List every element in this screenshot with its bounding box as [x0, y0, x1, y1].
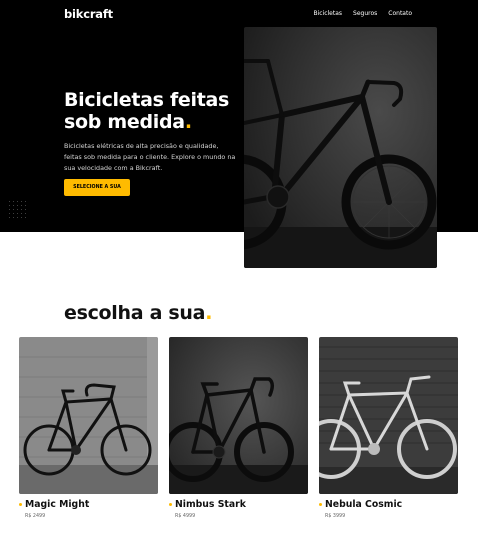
hero-title-line2: sob medida: [64, 111, 185, 133]
hero-title-line1: Bicicletas feitas: [64, 89, 230, 111]
product-name[interactable]: Nimbus Stark: [175, 499, 246, 510]
product-bullet: [19, 503, 22, 506]
product-price: R$ 4999: [175, 514, 196, 519]
hero-description: Bicicletas elétricas de alta precisão e …: [64, 142, 236, 172]
logo[interactable]: bikcraft: [64, 7, 113, 21]
product-name[interactable]: Nebula Cosmic: [325, 499, 402, 510]
nav-link-contato[interactable]: Contato: [388, 10, 412, 17]
nav-link-seguros[interactable]: Seguros: [353, 10, 377, 17]
product-image[interactable]: [319, 337, 458, 494]
select-bike-button[interactable]: SELECIONE A SUA: [64, 179, 130, 196]
hero-title: Bicicletas feitas sob medida.: [64, 89, 244, 133]
product-card-nebula-cosmic[interactable]: Nebula Cosmic R$ 3999: [319, 337, 458, 519]
section-title-text: escolha a sua: [64, 302, 206, 324]
main-nav: Bicicletas Seguros Contato: [313, 10, 412, 17]
product-price: R$ 3999: [325, 514, 346, 519]
product-card-magic-might[interactable]: Magic Might R$ 2499: [19, 337, 158, 519]
hero-title-dot: .: [184, 111, 192, 133]
product-bullet: [169, 503, 172, 506]
product-image[interactable]: [19, 337, 158, 494]
decorative-dots-pattern: [9, 201, 29, 221]
product-card-nimbus-stark[interactable]: Nimbus Stark R$ 4999: [169, 337, 308, 519]
section-title-dot: .: [205, 302, 213, 324]
product-name[interactable]: Magic Might: [25, 499, 89, 510]
section-title: escolha a sua.: [64, 302, 212, 324]
product-image[interactable]: [169, 337, 308, 494]
nav-link-bicicletas[interactable]: Bicicletas: [313, 10, 342, 17]
product-price: R$ 2499: [25, 514, 46, 519]
product-bullet: [319, 503, 322, 506]
hero-bike-image: [244, 27, 437, 268]
